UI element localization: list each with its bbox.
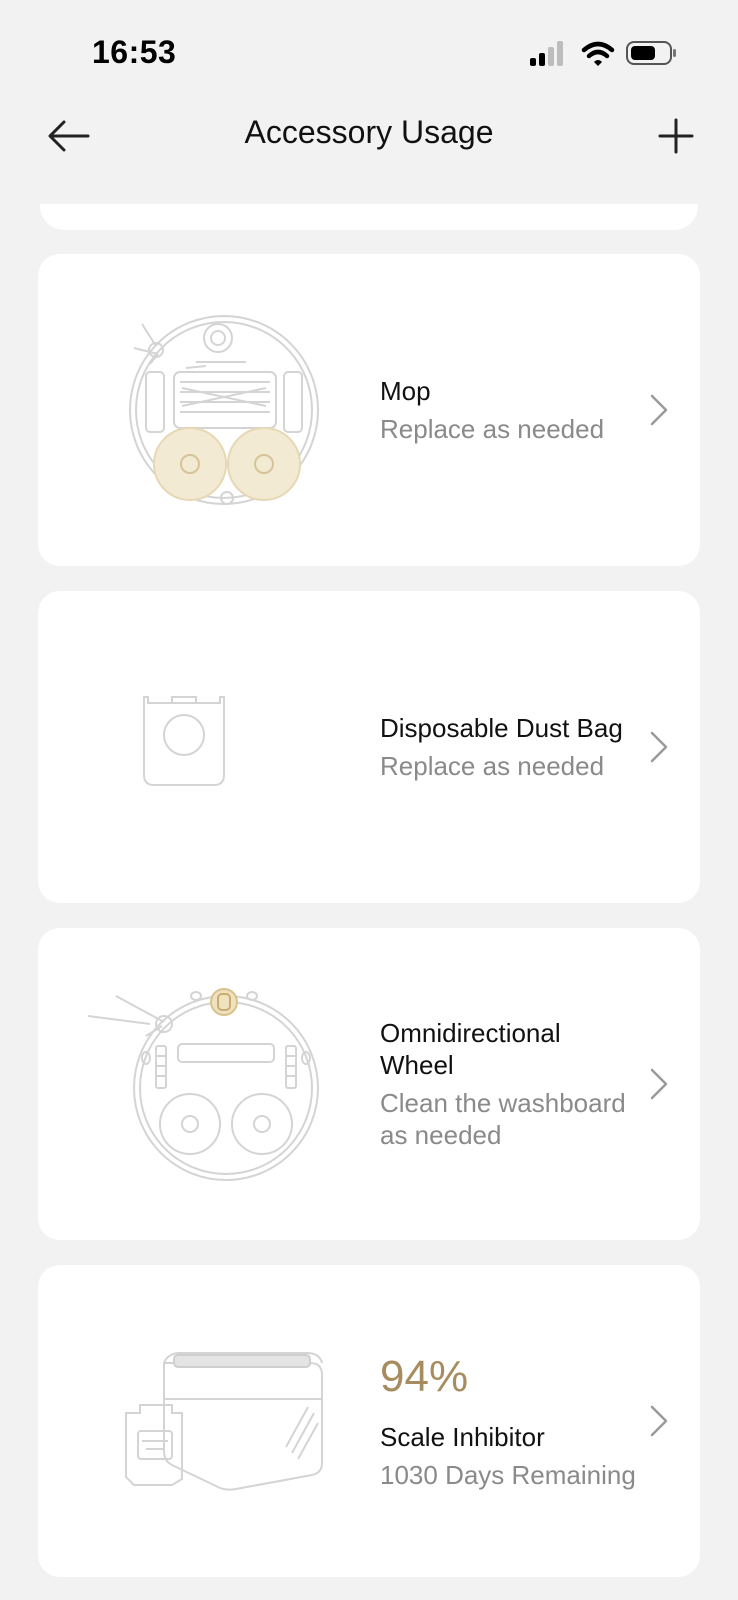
chevron-right-icon xyxy=(650,394,668,426)
accessory-status: Replace as needed xyxy=(380,414,605,444)
chevron-right-icon xyxy=(650,1405,668,1437)
accessory-title: Omnidirectional Wheel xyxy=(380,1018,561,1080)
card-text: Mop Replace as needed xyxy=(380,254,638,566)
card-text: 94% Scale Inhibitor 1030 Days Remaining xyxy=(380,1265,638,1577)
accessory-title: Scale Inhibitor xyxy=(380,1422,545,1452)
page-title: Accessory Usage xyxy=(244,114,494,150)
card-text: Disposable Dust Bag Replace as needed xyxy=(380,591,638,903)
status-icons xyxy=(530,41,676,66)
plus-icon[interactable] xyxy=(650,110,702,162)
accessory-title: Disposable Dust Bag xyxy=(380,713,623,743)
accessory-title: Mop xyxy=(380,376,431,406)
chevron-right-icon xyxy=(650,731,668,763)
scale-inhibitor-illustration xyxy=(125,1352,323,1491)
dust-bag-illustration xyxy=(143,696,225,786)
card-text: Omnidirectional Wheel Clean the washboar… xyxy=(380,928,638,1240)
status-bar: 16:53 xyxy=(0,0,738,100)
previous-card-edge xyxy=(40,204,698,230)
accessory-status: Clean the washboard as needed xyxy=(380,1088,626,1150)
accessory-card-scale-inhibitor[interactable]: 94% Scale Inhibitor 1030 Days Remaining xyxy=(38,1265,700,1577)
accessory-card-omnidirectional-wheel[interactable]: Omnidirectional Wheel Clean the washboar… xyxy=(38,928,700,1240)
robot-mop-illustration xyxy=(129,315,319,505)
battery-icon xyxy=(626,41,676,65)
remaining-percentage: 94% xyxy=(380,1352,469,1401)
accessory-card-mop[interactable]: Mop Replace as needed xyxy=(38,254,700,566)
accessory-status: 1030 Days Remaining xyxy=(380,1460,636,1490)
accessory-card-dust-bag[interactable]: Disposable Dust Bag Replace as needed xyxy=(38,591,700,903)
wifi-icon xyxy=(581,41,615,66)
chevron-right-icon xyxy=(650,1068,668,1100)
cellular-signal-icon xyxy=(530,41,563,66)
status-time: 16:53 xyxy=(92,34,177,70)
arrow-left-icon[interactable] xyxy=(42,110,94,162)
accessory-status: Replace as needed xyxy=(380,751,605,781)
nav-bar: Accessory Usage xyxy=(0,100,738,170)
robot-wheel-illustration xyxy=(87,988,319,1181)
